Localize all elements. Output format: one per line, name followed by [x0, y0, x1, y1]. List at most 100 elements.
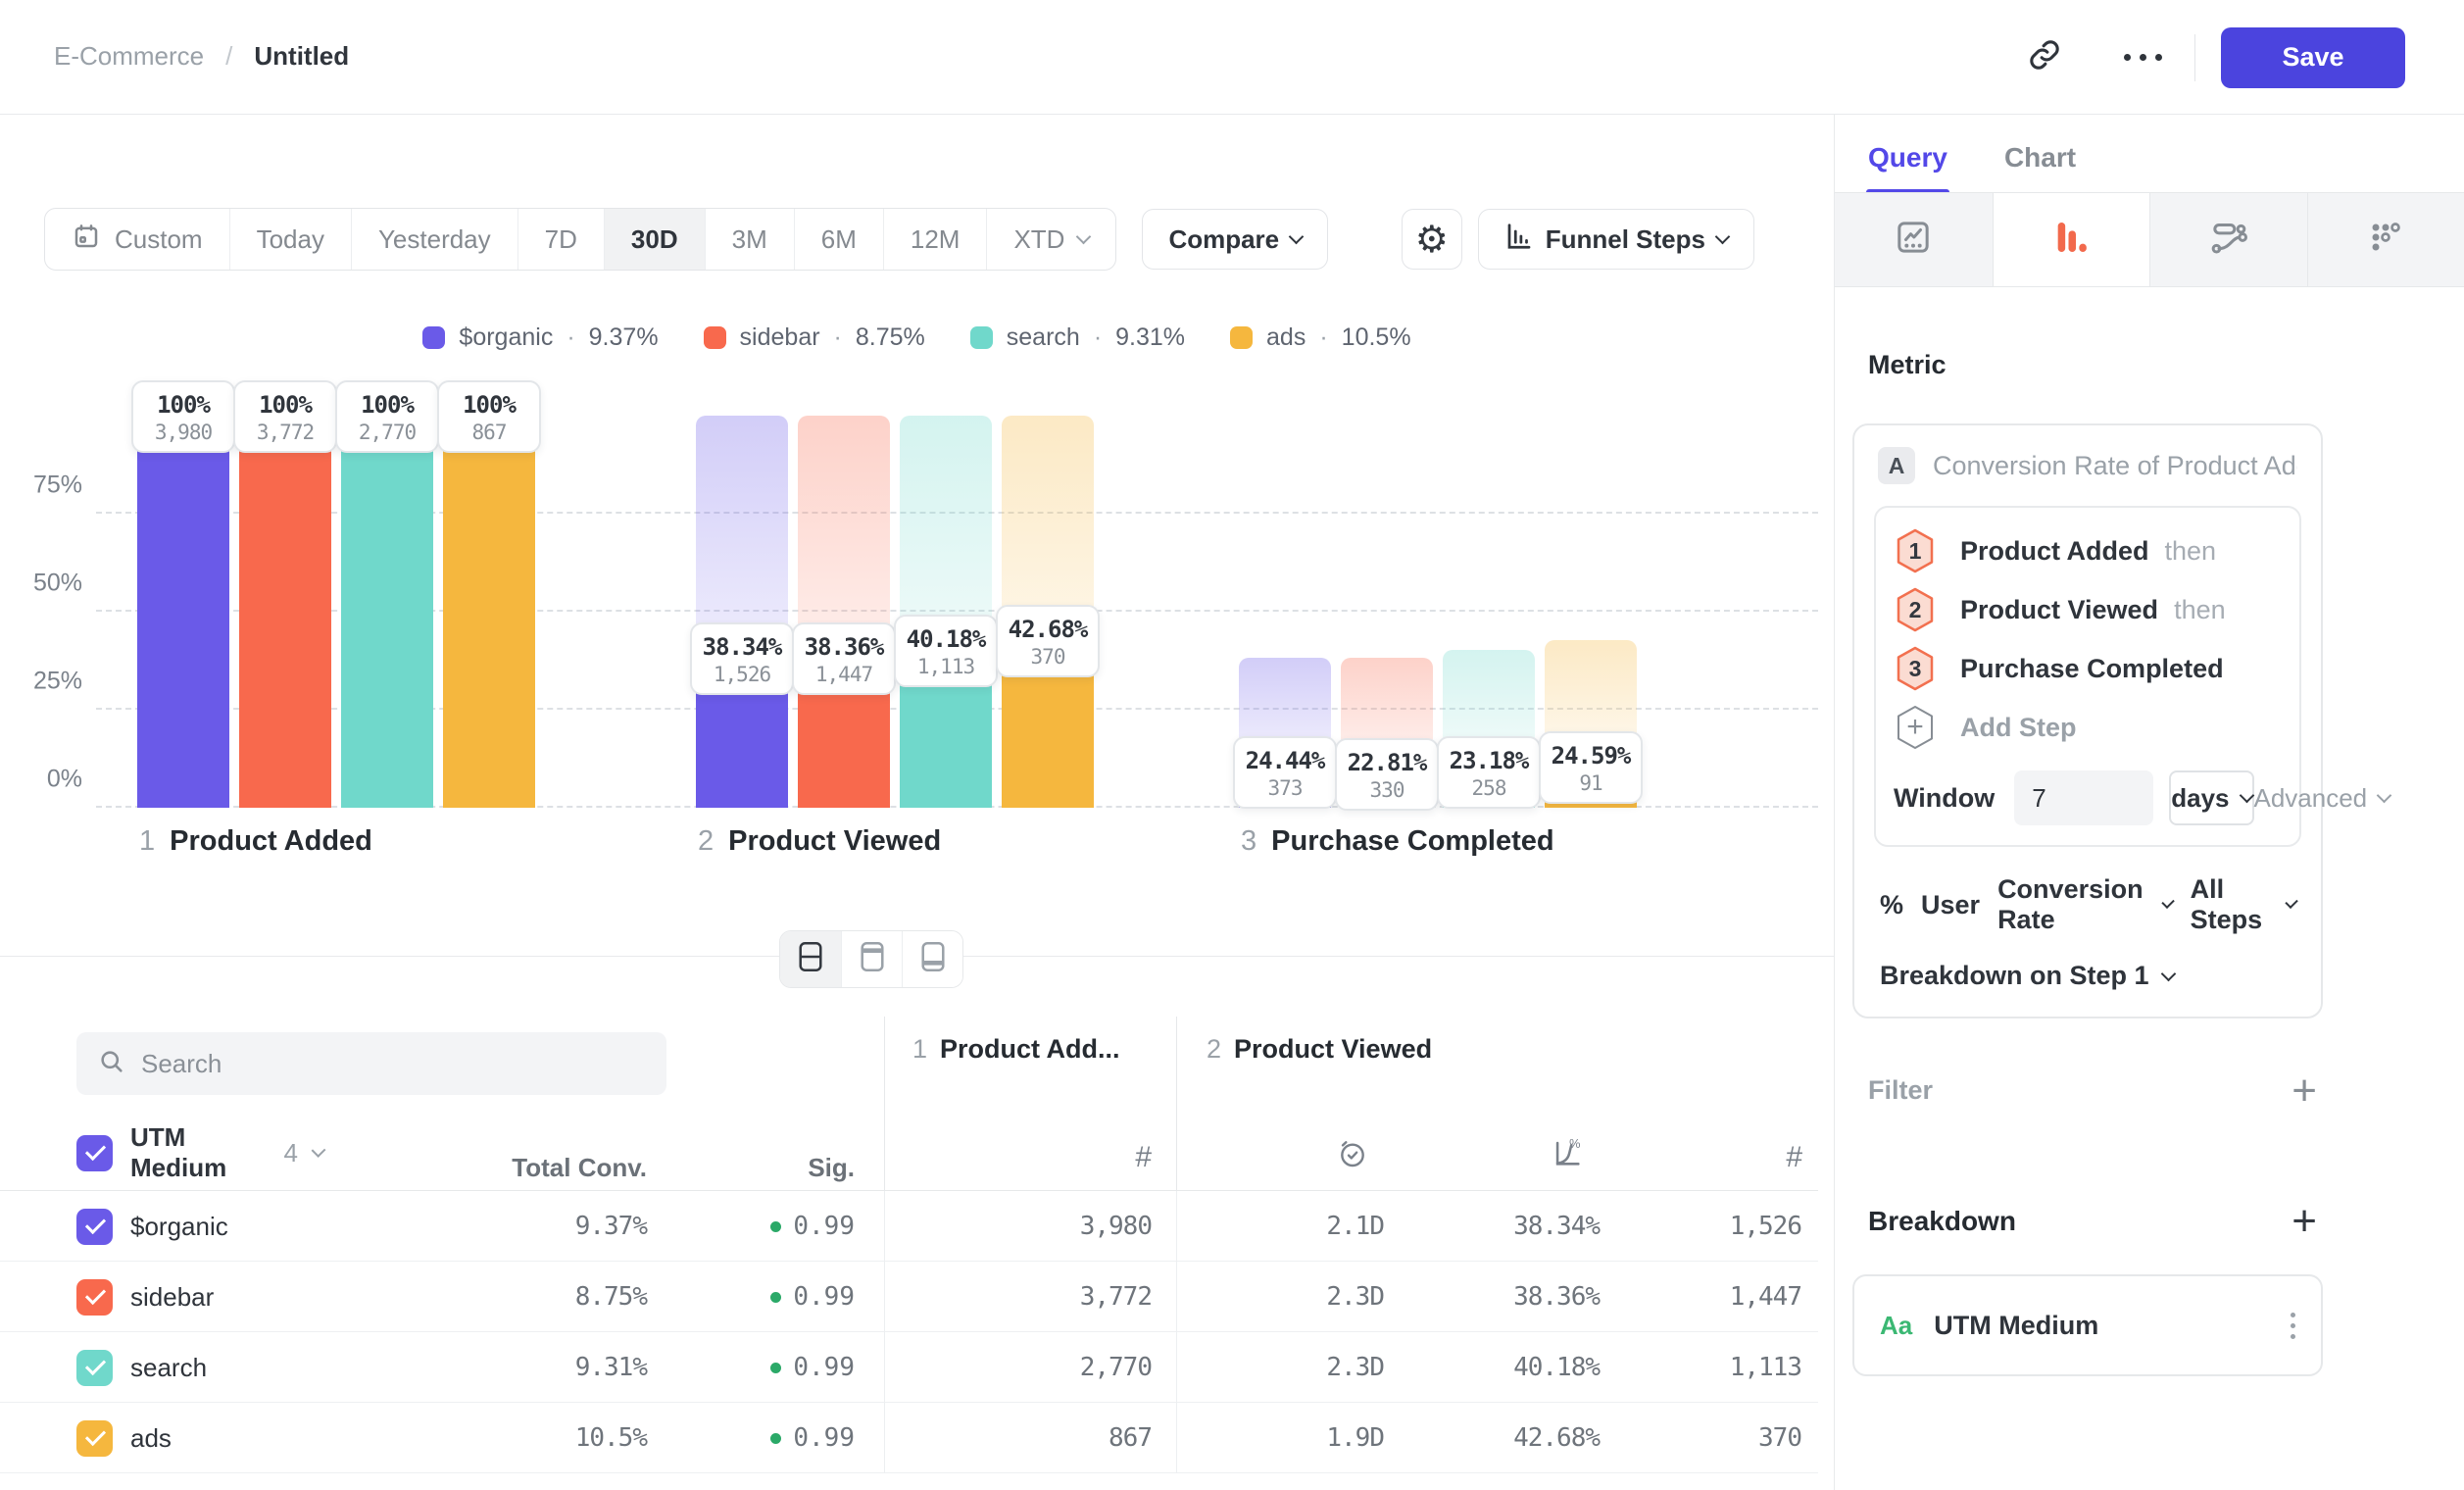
avg-time-metric-icon[interactable]: [1207, 1138, 1385, 1174]
breakdown-on-step-selector[interactable]: Breakdown on Step 1: [1880, 961, 2295, 991]
tab-chart[interactable]: Chart: [2004, 142, 2076, 195]
funnel-bar[interactable]: 100% 2,770: [341, 416, 433, 808]
row-checkbox[interactable]: [76, 1350, 113, 1386]
range-7d[interactable]: 7D: [517, 209, 604, 270]
add-step-button[interactable]: + Add Step: [1894, 698, 2282, 757]
funnel-bar[interactable]: 24.59% 91: [1545, 416, 1637, 808]
view-chart-only-button[interactable]: [841, 931, 902, 987]
table-search[interactable]: [76, 1032, 666, 1095]
funnel-bar[interactable]: 100% 3,772: [239, 416, 331, 808]
kebab-menu-icon[interactable]: [2291, 1313, 2295, 1339]
conversion-window-row: Window days Advanced: [1894, 770, 2282, 825]
query-step-2[interactable]: 2 Product Viewed then: [1894, 580, 2282, 639]
funnel-bar[interactable]: 100% 3,980: [137, 416, 229, 808]
table-row[interactable]: sidebar 8.75% 0.99 3,772 2.3D 38.36% 1,4…: [0, 1262, 1818, 1332]
range-yesterday[interactable]: Yesterday: [351, 209, 517, 270]
funnel-bars-icon: [2051, 218, 2091, 262]
funnel-bar[interactable]: 40.18% 1,113: [900, 416, 992, 808]
count-metric-icon[interactable]: #: [1601, 1141, 1819, 1174]
range-today[interactable]: Today: [229, 209, 351, 270]
conversion-rate-metric-icon[interactable]: %: [1385, 1136, 1601, 1174]
query-step-3[interactable]: 3 Purchase Completed: [1894, 639, 2282, 698]
metric-section-heading: Metric: [1868, 350, 2323, 380]
range-30d[interactable]: 30D: [604, 209, 705, 270]
chart-settings-button[interactable]: ⚙: [1402, 209, 1462, 270]
step-number-badge: 1: [1894, 527, 1937, 574]
step1-count-cell: 3,772: [884, 1262, 1176, 1332]
select-all-checkbox[interactable]: [76, 1135, 113, 1171]
step2-time-cell: 1.9D: [1176, 1403, 1384, 1473]
entity-selector[interactable]: User: [1921, 890, 1980, 920]
range-3m[interactable]: 3M: [705, 209, 794, 270]
row-checkbox[interactable]: [76, 1279, 113, 1316]
count-metric-icon[interactable]: #: [1135, 1141, 1152, 1173]
row-checkbox[interactable]: [76, 1209, 113, 1245]
more-options-button[interactable]: [2108, 24, 2177, 92]
funnel-steps-card: 1 Product Added then 2 Product Viewed th…: [1874, 506, 2301, 847]
range-xtd[interactable]: XTD: [986, 209, 1115, 270]
column-header-sig[interactable]: Sig.: [647, 1153, 855, 1183]
funnel-bar[interactable]: 24.44% 373: [1239, 416, 1331, 808]
insights-report-tab[interactable]: [1835, 193, 1993, 286]
step1-count-cell: 3,980: [884, 1191, 1176, 1262]
breadcrumb-parent[interactable]: E-Commerce: [54, 41, 204, 72]
steps-scope-selector[interactable]: All Steps: [2191, 874, 2272, 935]
table-row[interactable]: search 9.31% 0.99 2,770 2.3D 40.18% 1,11…: [0, 1332, 1818, 1403]
funnel-bar[interactable]: 100% 867: [443, 416, 535, 808]
add-filter-button[interactable]: +: [2292, 1076, 2317, 1106]
breakdown-group-selector[interactable]: UTM Medium 4: [76, 1122, 323, 1183]
chart-type-selector[interactable]: Funnel Steps: [1478, 209, 1754, 270]
funnel-step-group-2: 38.34% 1,526 38.36% 1,447 40.18% 1,113: [696, 416, 1094, 808]
funnel-bar[interactable]: 22.81% 330: [1341, 416, 1433, 808]
flows-report-tab[interactable]: [2149, 193, 2307, 286]
legend-swatch: [970, 326, 993, 349]
range-12m[interactable]: 12M: [883, 209, 987, 270]
table-row[interactable]: $organic 9.37% 0.99 3,980 2.1D 38.34% 1,…: [0, 1191, 1818, 1262]
legend-item[interactable]: ads·10.5%: [1230, 323, 1411, 352]
range-6m[interactable]: 6M: [794, 209, 883, 270]
breadcrumb-current[interactable]: Untitled: [254, 41, 349, 72]
funnel-bar[interactable]: 42.68% 370: [1002, 416, 1094, 808]
total-conv-cell: 10.5%: [416, 1423, 647, 1453]
advanced-toggle[interactable]: Advanced: [2254, 783, 2390, 814]
breakdown-property-card[interactable]: Aa UTM Medium: [1852, 1274, 2323, 1376]
tab-query[interactable]: Query: [1868, 142, 1947, 195]
funnels-report-tab[interactable]: [1993, 193, 2150, 286]
legend-item[interactable]: search·9.31%: [970, 323, 1185, 352]
view-split-button[interactable]: [780, 931, 841, 987]
chevron-down-icon: [1715, 229, 1731, 245]
table-row[interactable]: ads 10.5% 0.99 867 1.9D 42.68% 370: [0, 1403, 1818, 1473]
step2-conv-cell: 38.36%: [1384, 1282, 1600, 1312]
top-bar: E-Commerce / Untitled Save: [0, 0, 2464, 115]
retention-report-tab[interactable]: [2307, 193, 2464, 286]
chevron-down-icon: [2377, 788, 2392, 804]
row-label: $organic: [130, 1212, 228, 1242]
query-step-1[interactable]: 1 Product Added then: [1894, 522, 2282, 580]
row-checkbox[interactable]: [76, 1420, 113, 1457]
bar-value-tooltip: 24.44% 373: [1233, 736, 1337, 809]
search-input[interactable]: [141, 1049, 612, 1079]
metric-summary[interactable]: A Conversion Rate of Product Adde...: [1874, 447, 2301, 484]
funnel-bar[interactable]: 38.36% 1,447: [798, 416, 890, 808]
share-link-button[interactable]: [2010, 24, 2079, 92]
metric-type-selector[interactable]: Conversion Rate: [1997, 874, 2148, 935]
funnel-bar[interactable]: 23.18% 258: [1443, 416, 1535, 808]
step2-count-cell: 1,113: [1600, 1353, 1818, 1382]
range-custom[interactable]: Custom: [45, 209, 229, 270]
breakdown-property-name: UTM Medium: [1934, 1311, 2098, 1341]
svg-text:%: %: [1569, 1136, 1580, 1151]
legend-item[interactable]: sidebar·8.75%: [704, 323, 925, 352]
add-breakdown-button[interactable]: +: [2292, 1207, 2317, 1236]
compare-button[interactable]: Compare: [1142, 209, 1328, 270]
save-button[interactable]: Save: [2221, 27, 2405, 88]
window-value-input[interactable]: [2014, 770, 2153, 825]
funnel-bar[interactable]: 38.34% 1,526: [696, 416, 788, 808]
column-header-total-conv[interactable]: Total Conv.: [323, 1153, 647, 1183]
window-unit-select[interactable]: days: [2169, 770, 2253, 825]
metric-letter-badge: A: [1878, 447, 1915, 484]
solid-bar: [137, 416, 229, 808]
legend-item[interactable]: $organic·9.37%: [422, 323, 658, 352]
step2-time-cell: 2.3D: [1176, 1332, 1384, 1403]
view-table-only-button[interactable]: [902, 931, 962, 987]
split-view-icon: [798, 941, 823, 977]
